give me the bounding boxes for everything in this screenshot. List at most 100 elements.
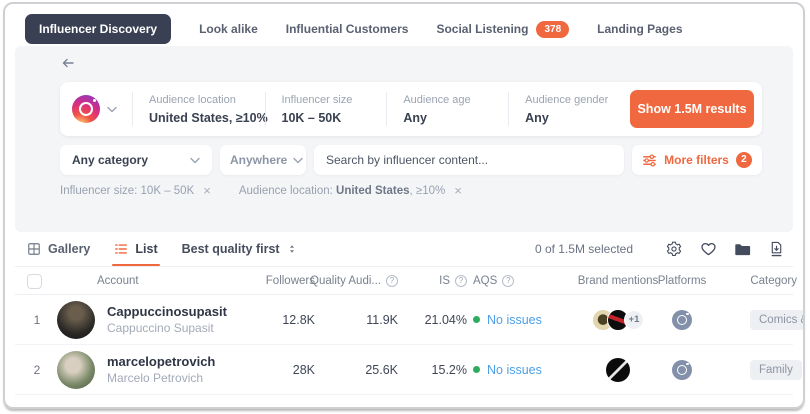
category-select[interactable]: Any category	[60, 145, 212, 175]
top-tabbar: Influencer Discovery Look alike Influent…	[15, 12, 793, 46]
folder-icon	[734, 242, 751, 257]
column-header-platforms[interactable]: Platforms	[652, 267, 712, 294]
platforms-cell[interactable]	[652, 295, 712, 344]
social-listening-count-badge: 378	[536, 21, 569, 38]
list-view-button[interactable]: List	[114, 232, 157, 266]
platform-selector[interactable]	[72, 95, 132, 123]
remove-chip-icon[interactable]: ×	[203, 184, 211, 197]
sliders-icon	[642, 153, 657, 168]
full-name: Cappuccino Supasit	[107, 320, 214, 336]
quality-audience-cell: 11.9K	[320, 295, 398, 344]
table-row[interactable]: 1 Cappuccinosupasit Cappuccino Supasit 1…	[15, 295, 793, 345]
avatar[interactable]	[57, 345, 95, 394]
account-cell[interactable]: marcelopetrovich Marcelo Petrovich	[107, 345, 215, 394]
tab-influencer-discovery[interactable]: Influencer Discovery	[25, 14, 171, 44]
avatar[interactable]	[57, 295, 95, 344]
sort-arrows-icon	[286, 242, 298, 256]
category-chip: Comics &	[750, 310, 805, 330]
app-window: Influencer Discovery Look alike Influent…	[3, 2, 805, 409]
category-cell: Family	[750, 345, 802, 394]
gear-icon	[666, 241, 682, 257]
instagram-icon	[672, 360, 692, 380]
filter-value: Any	[403, 111, 492, 125]
favorites-button[interactable]	[691, 241, 725, 257]
gallery-view-button[interactable]: Gallery	[27, 232, 90, 266]
status-dot-icon	[473, 316, 480, 323]
sort-select[interactable]: Best quality first	[182, 242, 298, 256]
help-icon[interactable]: ?	[386, 275, 398, 287]
more-filters-count-badge: 2	[736, 152, 752, 168]
chip-bold: United States	[336, 185, 410, 197]
sort-label: Best quality first	[182, 242, 280, 256]
aqs-cell[interactable]: No issues	[473, 345, 568, 394]
filter-value: 10K – 50K	[282, 111, 371, 125]
export-button[interactable]	[759, 241, 793, 257]
row-index: 2	[29, 345, 45, 394]
heart-icon	[700, 241, 717, 257]
results-toolbar: Gallery List Best quality first 0 of 1.5…	[15, 232, 793, 266]
tab-landing-pages[interactable]: Landing Pages	[597, 22, 682, 36]
influencer-avatar	[57, 301, 95, 339]
aqs-status-link[interactable]: No issues	[487, 363, 542, 377]
header-label: Quality Audi...	[310, 275, 381, 287]
chevron-down-icon	[107, 106, 117, 113]
is-cell: 15.2%	[400, 345, 467, 394]
filter-audience-gender[interactable]: Audience gender Any	[509, 94, 630, 125]
column-header-category[interactable]: Category	[725, 267, 797, 294]
column-header-followers[interactable]: Followers	[245, 267, 315, 294]
row-index: 1	[29, 295, 45, 344]
aqs-cell[interactable]: No issues	[473, 295, 568, 344]
back-button[interactable]	[60, 55, 76, 76]
column-header-is[interactable]: IS ?	[400, 267, 467, 294]
chevron-down-icon	[190, 157, 200, 164]
column-header-account[interactable]: Account	[97, 267, 139, 294]
lists-folder-button[interactable]	[725, 242, 759, 257]
settings-button[interactable]	[657, 241, 691, 257]
filter-chip-audience-location: Audience location: United States, ≥10% ×	[239, 184, 462, 197]
table-row[interactable]: 2 marcelopetrovich Marcelo Petrovich 28K…	[15, 345, 793, 395]
category-select-value: Any category	[72, 153, 148, 167]
filter-influencer-size[interactable]: Influencer size 10K – 50K	[266, 94, 387, 125]
followers-cell: 28K	[245, 345, 315, 394]
full-name: Marcelo Petrovich	[107, 370, 203, 386]
chip-text: Influencer size: 10K – 50K	[60, 185, 194, 197]
header-label: AQS	[473, 275, 497, 287]
aqs-status-link[interactable]: No issues	[487, 313, 542, 327]
header-label: IS	[439, 275, 450, 287]
is-cell: 21.04%	[400, 295, 467, 344]
selected-count: 0 of 1.5M selected	[535, 242, 633, 256]
filters-panel: Audience location United States, ≥10% In…	[15, 46, 793, 232]
arrow-left-icon	[60, 55, 76, 71]
toolbar-right: 0 of 1.5M selected	[535, 241, 793, 257]
influencer-avatar	[57, 351, 95, 389]
filter-label: Audience gender	[525, 94, 614, 106]
category-cell: Comics &	[750, 295, 805, 344]
active-filter-chips: Influencer size: 10K – 50K × Audience lo…	[60, 184, 462, 197]
username: marcelopetrovich	[107, 353, 215, 371]
help-icon[interactable]: ?	[455, 275, 467, 287]
tab-social-listening[interactable]: Social Listening 378	[436, 21, 569, 38]
instagram-icon	[672, 310, 692, 330]
filter-value: Any	[525, 111, 614, 125]
filter-audience-location[interactable]: Audience location United States, ≥10%	[133, 94, 265, 125]
filter-audience-age[interactable]: Audience age Any	[387, 94, 508, 125]
remove-chip-icon[interactable]: ×	[454, 184, 462, 197]
tab-look-alike[interactable]: Look alike	[199, 22, 258, 36]
filter-value: United States, ≥10%	[149, 111, 249, 125]
location-select[interactable]: Anywhere	[220, 145, 306, 175]
table-header: Account Followers Quality Audi... ? IS ?…	[15, 266, 793, 295]
help-icon[interactable]: ?	[502, 275, 514, 287]
brand-avatar	[606, 358, 630, 382]
select-all-checkbox[interactable]	[27, 274, 42, 289]
show-results-button[interactable]: Show 1.5M results	[630, 90, 754, 128]
account-cell[interactable]: Cappuccinosupasit Cappuccino Supasit	[107, 295, 227, 344]
filter-chip-influencer-size: Influencer size: 10K – 50K ×	[60, 184, 211, 197]
tab-influential-customers[interactable]: Influential Customers	[286, 22, 409, 36]
more-filters-button[interactable]: More filters 2	[632, 145, 762, 175]
platforms-cell[interactable]	[652, 345, 712, 394]
column-header-quality-audience[interactable]: Quality Audi... ?	[320, 267, 398, 294]
column-header-aqs[interactable]: AQS ?	[473, 267, 514, 294]
filter-label: Audience age	[403, 94, 492, 106]
status-dot-icon	[473, 366, 480, 373]
content-search-input[interactable]	[314, 145, 624, 175]
